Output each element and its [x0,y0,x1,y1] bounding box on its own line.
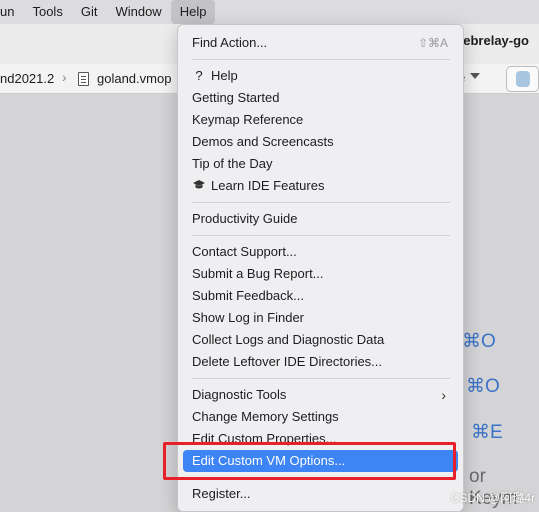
menu-item-label: Diagnostic Tools [192,387,287,402]
menu-item-show-log-in-finder[interactable]: Show Log in Finder [183,307,458,329]
watermark-text: CSDN @阿璐4r [450,491,535,505]
menu-separator [192,378,450,379]
menu-item-change-memory-settings[interactable]: Change Memory Settings [183,406,458,428]
menu-item-label: Find Action... [192,35,268,50]
chevron-down-icon[interactable] [470,73,480,79]
menu-item-learn-ide-features[interactable]: Learn IDE Features [183,175,458,197]
menu-item-collect-logs[interactable]: Collect Logs and Diagnostic Data [183,329,458,351]
menu-item-demos-screencasts[interactable]: Demos and Screencasts [183,131,458,153]
file-icon [78,72,89,86]
menu-item-shortcut: ⇧⌘A [417,36,448,50]
chevron-right-icon: › [441,387,446,403]
annotation-highlight-box [163,442,456,480]
menu-item-help[interactable]: ? Help [183,65,458,87]
macos-menu-bar: un Tools Git Window Help [0,0,539,24]
menu-item-register[interactable]: Register... [183,483,458,505]
menu-item-submit-bug-report[interactable]: Submit a Bug Report... [183,263,458,285]
menu-item-keymap-reference[interactable]: Keymap Reference [183,109,458,131]
breadcrumb-separator-icon: › [62,69,67,85]
menu-item-productivity-guide[interactable]: Productivity Guide [183,208,458,230]
menu-item-tip-of-the-day[interactable]: Tip of the Day [183,153,458,175]
menu-window[interactable]: Window [106,0,170,24]
run-config-button[interactable] [506,66,539,92]
menu-git[interactable]: Git [72,0,107,24]
menu-tools[interactable]: Tools [23,0,71,24]
run-icon [516,71,530,87]
menu-item-getting-started[interactable]: Getting Started [183,87,458,109]
breadcrumb-project[interactable]: nd2021.2 [0,71,54,86]
hint-shortcut-3: ⌘E [471,422,503,443]
menu-item-label: Learn IDE Features [211,178,325,193]
menu-separator [192,235,450,236]
menu-item-label: Help [211,68,238,83]
question-icon: ? [195,68,203,83]
menu-help[interactable]: Help [170,0,216,24]
menu-item-delete-leftover-dirs[interactable]: Delete Leftover IDE Directories... [183,351,458,373]
breadcrumb-file[interactable]: goland.vmop [97,71,171,86]
menu-separator [192,202,450,203]
hint-shortcut-2: ⌘O [466,376,500,397]
hint-shortcut-1: ⌘O [462,331,496,352]
graduation-cap-icon [192,175,206,197]
menu-item-submit-feedback[interactable]: Submit Feedback... [183,285,458,307]
menu-item-find-action[interactable]: Find Action... ⇧⌘A [183,32,458,54]
menu-run[interactable]: un [0,0,23,24]
menu-item-diagnostic-tools[interactable]: Diagnostic Tools › [183,384,458,406]
help-menu-dropdown: Find Action... ⇧⌘A ? Help Getting Started… [177,24,464,512]
project-name: ebrelay-go [463,33,529,48]
menu-separator [192,59,450,60]
menu-item-contact-support[interactable]: Contact Support... [183,241,458,263]
